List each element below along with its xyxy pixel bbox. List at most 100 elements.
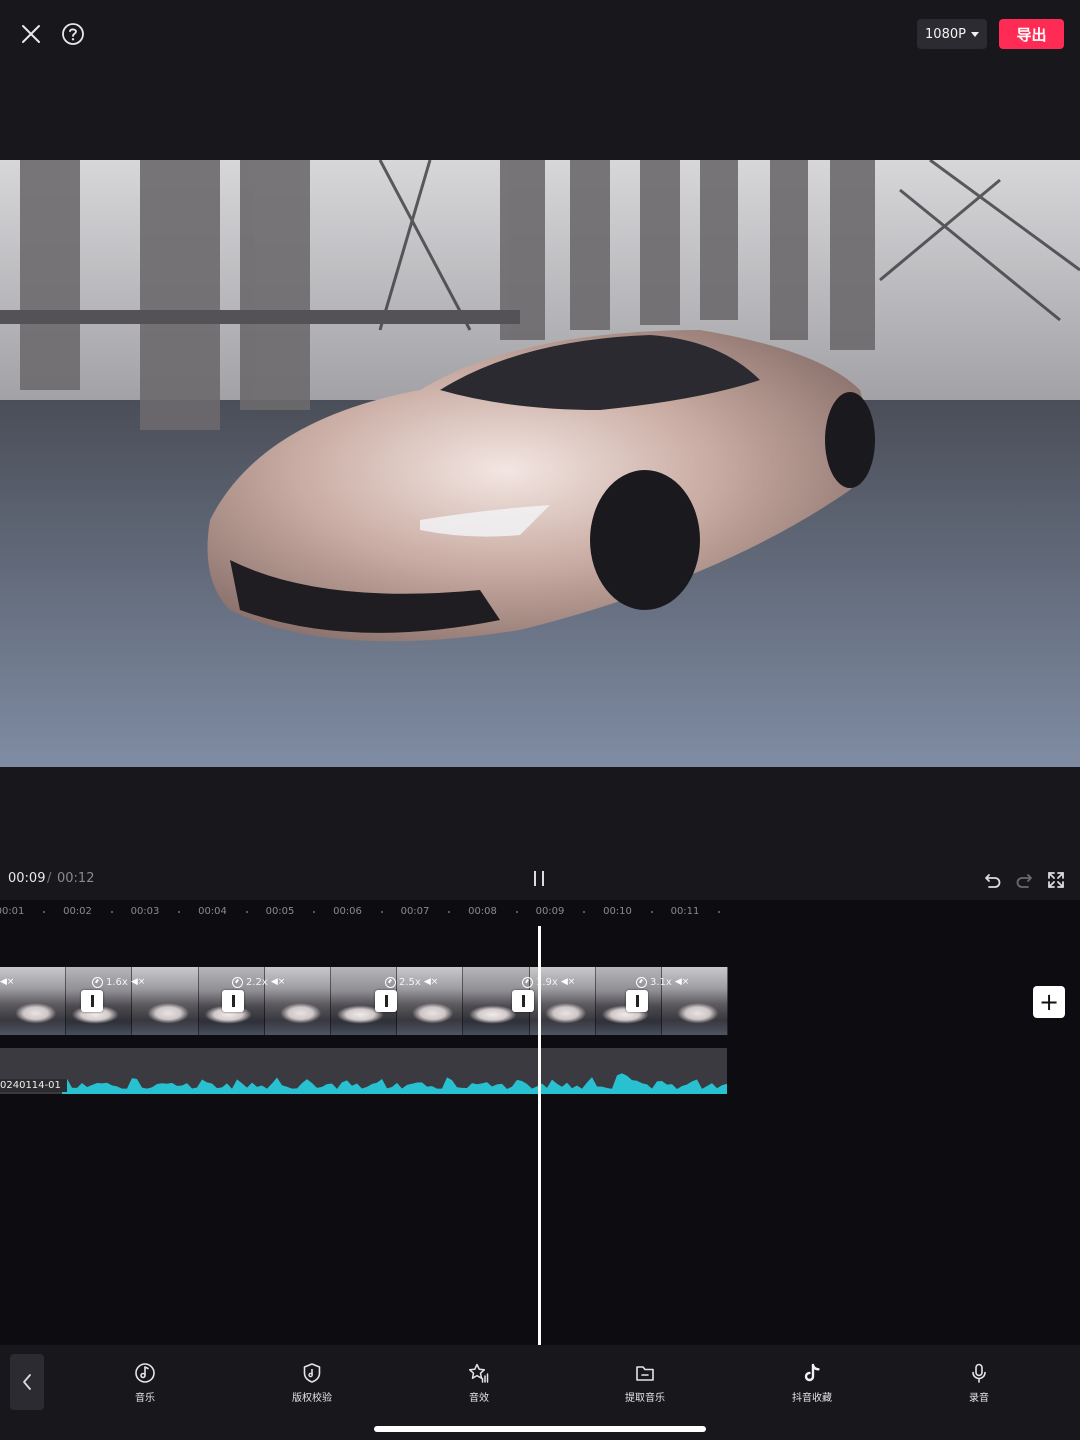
- clip-speed-badge: 1.9x ◀×: [522, 975, 575, 989]
- muted-speaker-icon: ◀×: [560, 977, 576, 987]
- toolbar-item-music[interactable]: 音乐: [100, 1362, 190, 1408]
- fullscreen-icon: [1048, 872, 1064, 888]
- transition-icon: [635, 995, 639, 1007]
- ruler-tick-label: 00:10: [603, 906, 632, 917]
- muted-speaker-icon: ◀×: [423, 977, 439, 987]
- transition-icon: [231, 995, 235, 1007]
- ruler-tick-dot: [515, 911, 518, 913]
- waveform-baseline: [62, 1090, 727, 1094]
- pause-icon-bar: [542, 871, 544, 886]
- clip-speed-label: 3.1x: [650, 976, 672, 988]
- ruler-tick-dot: [448, 911, 450, 913]
- speed-icon: [522, 976, 533, 988]
- clip-speed-badge: ◀×: [0, 975, 14, 989]
- back-button[interactable]: [10, 1354, 44, 1410]
- transition-button[interactable]: [375, 990, 397, 1012]
- redo-icon: [1016, 874, 1032, 888]
- toolbar-item-sound-effects[interactable]: 音效: [434, 1362, 524, 1408]
- clip-speed-badge: 3.1x ◀×: [636, 975, 689, 989]
- help-icon: [62, 23, 84, 45]
- music-icon: [135, 1363, 155, 1383]
- speed-icon: [232, 976, 243, 988]
- clip-speed-label: 1.6x: [106, 976, 128, 988]
- shield-icon: [303, 1363, 321, 1383]
- ruler-tick-dot: [110, 911, 113, 913]
- toolbar-item-extract-music[interactable]: 提取音乐: [600, 1362, 690, 1408]
- tiktok-icon: [804, 1363, 820, 1382]
- ruler-tick-label: 00:03: [130, 906, 160, 917]
- resolution-dropdown[interactable]: 1080P: [917, 19, 987, 49]
- muted-speaker-icon: ◀×: [130, 977, 146, 987]
- help-button[interactable]: [56, 17, 90, 51]
- plus-icon: +: [1038, 988, 1060, 1016]
- ruler-tick-label: 00:11: [670, 906, 700, 917]
- resolution-label: 1080P: [925, 26, 966, 42]
- clip-speed-badge: 1.6x ◀×: [92, 975, 145, 989]
- transition-button[interactable]: [626, 990, 648, 1012]
- chevron-left-icon: [23, 1374, 31, 1390]
- microphone-icon: [972, 1363, 986, 1383]
- undo-button[interactable]: [982, 869, 1004, 891]
- time-separator: /: [47, 871, 52, 886]
- ruler-tick-label: 00:02: [63, 906, 92, 917]
- toolbar-item-douyin-favorites[interactable]: 抖音收藏: [767, 1362, 857, 1408]
- pause-icon: [534, 871, 536, 886]
- audio-track-name: 0240114-01: [0, 1079, 67, 1092]
- clip-speed-badge: 2.5x ◀×: [385, 975, 438, 989]
- ruler-tick-dot: [43, 911, 45, 913]
- toolbar-item-label: 抖音收藏: [792, 1393, 832, 1404]
- transition-button[interactable]: [81, 990, 103, 1012]
- ruler-tick-label: 00:01: [0, 906, 25, 917]
- muted-speaker-icon: ◀×: [0, 977, 15, 987]
- ruler-tick-dot: [718, 911, 720, 913]
- toolbar-item-copyright-check[interactable]: 版权校验: [267, 1362, 357, 1408]
- ruler-tick-dot: [380, 911, 383, 913]
- toolbar-item-record[interactable]: 录音: [934, 1362, 1024, 1408]
- current-time: 00:09: [8, 871, 46, 886]
- playhead[interactable]: [538, 926, 541, 1345]
- toolbar-item-label: 提取音乐: [625, 1393, 665, 1404]
- toolbar-item-label: 版权校验: [292, 1393, 332, 1404]
- folder-icon: [636, 1366, 654, 1381]
- pause-button[interactable]: [528, 868, 550, 890]
- ruler-tick-label: 00:06: [333, 906, 362, 917]
- video-preview[interactable]: [0, 160, 1080, 767]
- ruler-tick-dot: [583, 911, 585, 913]
- audio-waveform: [62, 1073, 727, 1094]
- toolbar-item-label: 音效: [469, 1393, 489, 1404]
- redo-button[interactable]: [1013, 869, 1035, 891]
- ruler-tick-dot: [178, 911, 180, 913]
- muted-speaker-icon: ◀×: [270, 977, 286, 987]
- sound-effect-icon: [468, 1363, 489, 1383]
- total-time: 00:12: [57, 871, 95, 886]
- transition-button[interactable]: [222, 990, 244, 1012]
- close-button[interactable]: [14, 17, 48, 51]
- ruler-tick-dot: [245, 911, 248, 913]
- transition-button[interactable]: [512, 990, 534, 1012]
- undo-icon: [985, 874, 1001, 888]
- muted-speaker-icon: ◀×: [674, 977, 690, 987]
- ruler-tick-label: 00:05: [265, 906, 295, 917]
- ruler-tick-dot: [313, 911, 315, 913]
- home-indicator: [374, 1426, 706, 1432]
- preview-frame-image: [0, 160, 1080, 767]
- clip-speed-badge: 2.2x ◀×: [232, 975, 285, 989]
- fullscreen-button[interactable]: [1045, 869, 1067, 891]
- ruler-tick-label: 00:04: [198, 906, 227, 917]
- close-icon: [22, 25, 40, 43]
- ruler-tick-label: 00:09: [535, 906, 565, 917]
- clip-speed-label: 2.5x: [399, 976, 421, 988]
- speed-icon: [636, 976, 647, 988]
- add-clip-button[interactable]: +: [1033, 986, 1065, 1018]
- caret-down-icon: [970, 31, 979, 37]
- speed-icon: [92, 976, 103, 988]
- ruler-tick-label: 00:07: [400, 906, 430, 917]
- speed-icon: [385, 976, 396, 988]
- toolbar-item-label: 音乐: [135, 1393, 155, 1404]
- ruler-tick-dot: [650, 911, 653, 913]
- transition-icon: [90, 995, 94, 1007]
- export-button[interactable]: 导出: [999, 19, 1064, 49]
- clip-speed-label: 2.2x: [246, 976, 268, 988]
- ruler-tick-label: 00:08: [468, 906, 497, 917]
- transition-icon: [521, 995, 525, 1007]
